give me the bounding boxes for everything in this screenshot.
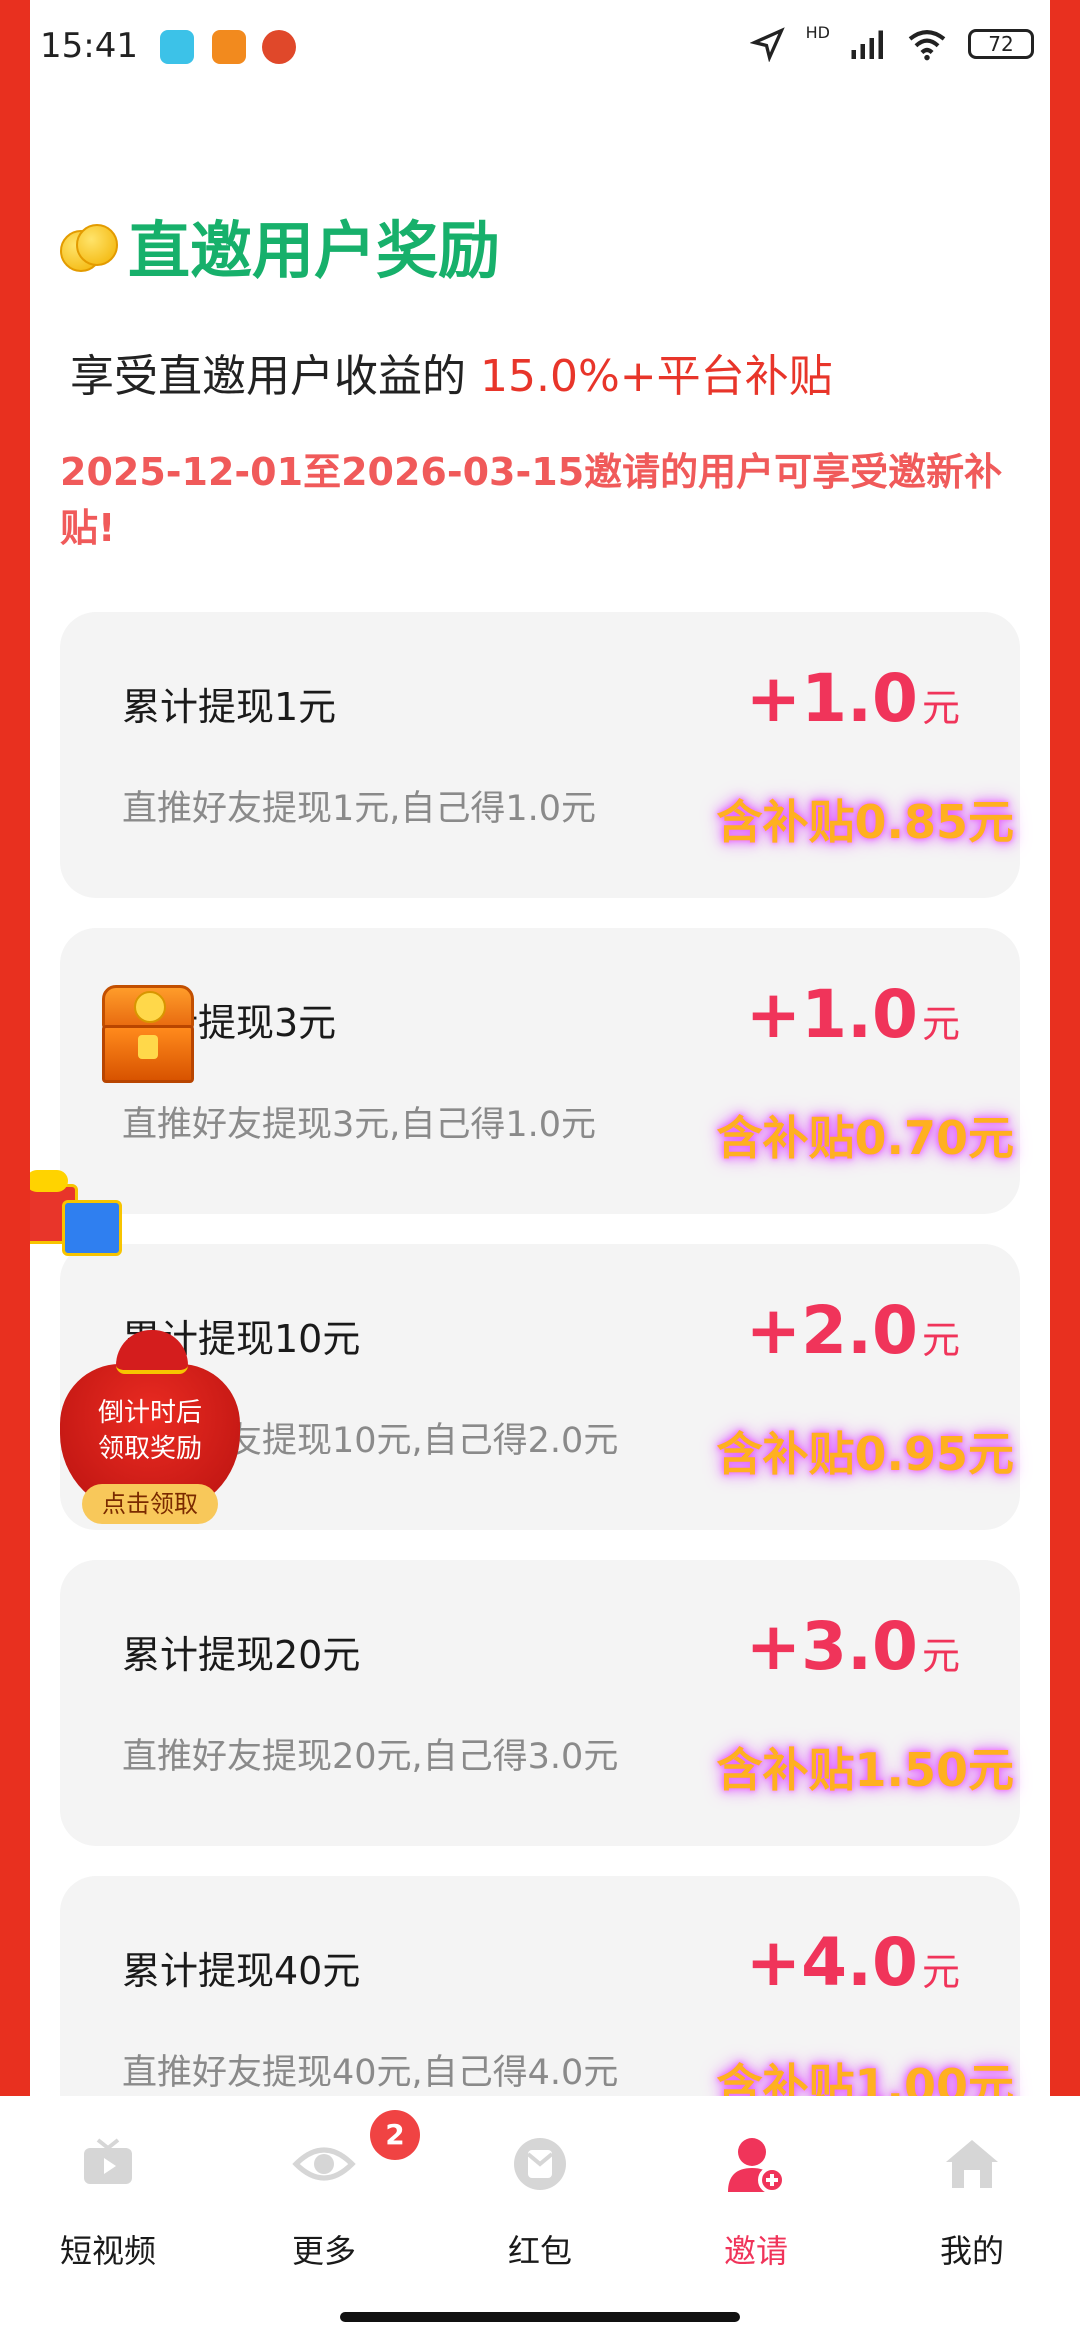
gift-bow xyxy=(30,1170,68,1192)
network-label: HD xyxy=(805,22,830,42)
reward-amount-unit: 元 xyxy=(921,1950,960,1994)
reward-amount-unit: 元 xyxy=(921,686,960,730)
reward-amount: +1.0 元 xyxy=(746,660,960,737)
home-icon xyxy=(940,2132,1004,2196)
reward-amount: +4.0 元 xyxy=(746,1924,960,2001)
tab-label: 短视频 xyxy=(59,2232,156,2270)
red-bag-knot xyxy=(116,1330,188,1374)
location-arrow-icon xyxy=(749,27,785,62)
countdown-red-bag[interactable]: 倒计时后 领取奖励 点击领取 xyxy=(60,1330,240,1530)
tab-label: 红包 xyxy=(507,2232,572,2270)
tab-invite[interactable]: 邀请 xyxy=(648,2132,864,2282)
eye-icon xyxy=(292,2132,356,2196)
reward-amount-value: +3.0 xyxy=(745,1608,918,1685)
invite-page: 15:41 HD 72 直邀用户奖励 享受直邀用户收益的 15.0%+平台补贴 … xyxy=(30,0,1050,2340)
reward-title: 累计提现40元 xyxy=(122,1949,361,1993)
reward-subsidy: 含补贴1.50元 xyxy=(716,1743,1015,1797)
status-time: 15:41 xyxy=(40,26,138,66)
reward-amount-value: +4.0 xyxy=(745,1924,918,2001)
tab-label: 更多 xyxy=(291,2232,356,2270)
reward-amount-unit: 元 xyxy=(921,1634,960,1678)
telegram-icon xyxy=(160,30,194,64)
page-title: 直邀用户奖励 xyxy=(128,214,501,287)
red-envelope-icon xyxy=(508,2132,572,2196)
chest-coin xyxy=(134,991,166,1023)
reward-subsidy: 含补贴0.95元 xyxy=(716,1427,1015,1481)
coins-icon xyxy=(60,222,118,272)
reward-amount-value: +1.0 xyxy=(745,976,918,1053)
gift-boxes-icon[interactable] xyxy=(30,1170,128,1260)
reward-rate-line: 享受直邀用户收益的 15.0%+平台补贴 xyxy=(70,340,833,404)
page-heading: 直邀用户奖励 xyxy=(60,200,500,290)
chest-lock xyxy=(138,1035,158,1059)
reward-rate-highlight: 15.0%+平台补贴 xyxy=(480,351,833,402)
invite-user-icon xyxy=(724,2132,788,2196)
reward-description: 直推好友提现3元,自己得1.0元 xyxy=(122,1105,597,1145)
reward-card: 累计提现3元 +1.0 元 直推好友提现3元,自己得1.0元 含补贴0.70元 xyxy=(60,928,1020,1214)
tv-icon xyxy=(76,2132,140,2196)
subsidy-notice: 2025-12-01至2026-03-15邀请的用户可享受邀新补贴! xyxy=(60,450,1003,550)
tab-label: 我的 xyxy=(939,2232,1004,2270)
blue-gift xyxy=(62,1200,122,1256)
reward-rate-prefix: 享受直邀用户收益的 xyxy=(70,351,480,402)
tab-label: 邀请 xyxy=(723,2232,788,2270)
reward-description: 直推好友提现40元,自己得4.0元 xyxy=(122,2053,619,2093)
reward-amount: +1.0 元 xyxy=(746,976,960,1053)
reward-amount-unit: 元 xyxy=(921,1318,960,1362)
reward-amount: +2.0 元 xyxy=(746,1292,960,1369)
reward-description: 直推好友提现20元,自己得3.0元 xyxy=(122,1737,619,1777)
reward-amount-unit: 元 xyxy=(921,1002,960,1046)
horse-app-icon xyxy=(212,30,246,64)
red-bag-line1: 倒计时后 xyxy=(97,1398,202,1428)
reward-amount: +3.0 元 xyxy=(746,1608,960,1685)
bottom-tab-bar: 短视频 更多 2 红包 邀请 我的 xyxy=(0,2096,1080,2340)
reward-subsidy: 含补贴0.85元 xyxy=(716,795,1015,849)
tab-red-envelope[interactable]: 红包 xyxy=(432,2132,648,2282)
red-bag-line2: 领取奖励 xyxy=(97,1434,202,1464)
tab-mine[interactable]: 我的 xyxy=(864,2132,1080,2282)
reward-card: 累计提现1元 +1.0 元 直推好友提现1元,自己得1.0元 含补贴0.85元 xyxy=(60,612,1020,898)
home-indicator[interactable] xyxy=(340,2312,740,2322)
reward-card: 累计提现20元 +3.0 元 直推好友提现20元,自己得3.0元 含补贴1.50元 xyxy=(60,1560,1020,1846)
cake-app-icon xyxy=(262,30,296,64)
wifi-icon xyxy=(908,30,946,61)
tab-short-video[interactable]: 短视频 xyxy=(0,2132,216,2282)
notification-badge: 2 xyxy=(370,2110,420,2160)
reward-amount-value: +2.0 xyxy=(745,1292,918,1369)
reward-subsidy: 含补贴0.70元 xyxy=(716,1111,1015,1165)
reward-description: 直推好友提现1元,自己得1.0元 xyxy=(122,789,597,829)
claim-button[interactable]: 点击领取 xyxy=(82,1484,218,1524)
reward-amount-value: +1.0 xyxy=(745,660,918,737)
battery-icon: 72 xyxy=(968,29,1034,59)
treasure-chest-icon[interactable] xyxy=(102,985,194,1085)
status-indicators: HD 72 xyxy=(749,22,1034,62)
reward-title: 累计提现20元 xyxy=(122,1633,361,1677)
signal-icon xyxy=(851,30,883,59)
status-bar: 15:41 HD 72 xyxy=(30,0,1050,96)
reward-title: 累计提现1元 xyxy=(122,685,337,729)
